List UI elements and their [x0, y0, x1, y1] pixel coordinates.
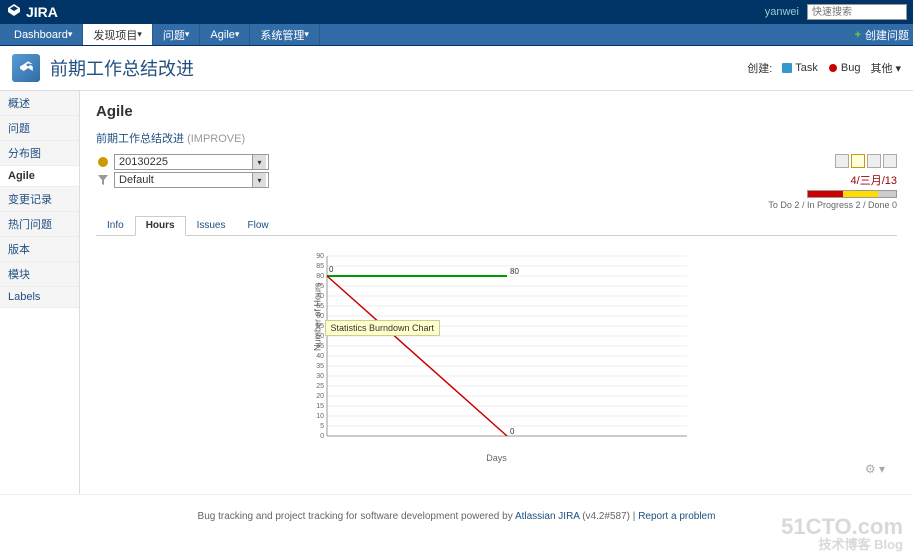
header-actions: 创建: Task Bug 其他 ▾ [747, 60, 901, 76]
selects: 20130225 ▾ Default ▾ [96, 154, 269, 188]
view-icon-2[interactable] [851, 154, 865, 168]
quick-search-input[interactable] [807, 4, 907, 20]
status-done [878, 191, 896, 197]
svg-text:20: 20 [316, 393, 324, 400]
svg-text:30: 30 [316, 373, 324, 380]
sidebar-item-roadmap[interactable]: 分布图 [0, 141, 79, 166]
filter-select-row: Default ▾ [96, 172, 269, 188]
create-task-button[interactable]: Task [782, 62, 818, 74]
view-icon-1[interactable] [835, 154, 849, 168]
remaining-end-label: 80 [510, 267, 519, 276]
page-title: 前期工作总结改进 [50, 55, 194, 81]
svg-text:90: 90 [316, 253, 324, 260]
sidebar-item-agile[interactable]: Agile [0, 166, 79, 187]
logo-text: JIRA [26, 4, 58, 20]
chart-tooltip: Statistics Burndown Chart [325, 320, 441, 336]
chart-svg: 0510 152025 303540 455055 606570 758085 … [297, 246, 697, 446]
view-mode-icons [768, 154, 897, 168]
breadcrumb[interactable]: 前期工作总结改进 (IMPROVE) [96, 130, 897, 146]
burndown-chart: Number of Hours [297, 246, 697, 446]
nav-project[interactable]: 发现项目 [83, 24, 153, 45]
nav-create-issue[interactable]: + 创建问题 [855, 27, 909, 43]
nav-agile[interactable]: Agile [200, 24, 250, 45]
task-icon [782, 63, 792, 73]
gear-icon: ⚙ ▾ [865, 462, 885, 476]
create-label: 创建: [747, 60, 772, 76]
svg-text:15: 15 [316, 403, 324, 410]
svg-text:25: 25 [316, 383, 324, 390]
nav-dashboard[interactable]: Dashboard [4, 24, 83, 45]
watermark: 51CTO.com 技术博客 Blog [781, 516, 903, 551]
nav-left: Dashboard 发现项目 问题 Agile 系统管理 [4, 24, 320, 45]
sidebar-item-versions[interactable]: 版本 [0, 237, 79, 262]
sprint-select[interactable]: 20130225 ▾ [114, 154, 269, 170]
project-icon [12, 54, 40, 82]
page-header: 前期工作总结改进 创建: Task Bug 其他 ▾ [0, 46, 913, 91]
status-todo [808, 191, 843, 197]
tab-info[interactable]: Info [96, 216, 135, 235]
svg-text:0: 0 [320, 433, 324, 440]
main-content: Agile 前期工作总结改进 (IMPROVE) 20130225 ▾ Defa… [80, 91, 913, 494]
sub-tabs: Info Hours Issues Flow [96, 216, 897, 236]
top-bar: JIRA yanwei [0, 0, 913, 24]
sidebar-item-overview[interactable]: 概述 [0, 91, 79, 116]
end-label: 0 [510, 427, 515, 436]
status-bar [807, 190, 897, 198]
main-title: Agile [96, 103, 897, 120]
tab-hours[interactable]: Hours [135, 216, 186, 236]
sidebar-item-labels[interactable]: Labels [0, 287, 79, 308]
svg-text:35: 35 [316, 363, 324, 370]
nav-admin[interactable]: 系统管理 [250, 24, 320, 45]
plus-icon: + [855, 29, 861, 41]
start-label: 0 [329, 265, 334, 274]
x-axis-label: Days [297, 453, 697, 463]
y-axis-label: Number of Hours [312, 282, 322, 351]
logo[interactable]: JIRA [6, 4, 58, 20]
control-row: 20130225 ▾ Default ▾ [96, 154, 897, 210]
sidebar-item-changelog[interactable]: 变更记录 [0, 187, 79, 212]
status-text: To Do 2 / In Progress 2 / Done 0 [768, 200, 897, 210]
sidebar: 概述 问题 分布图 Agile 变更记录 热门问题 版本 模块 Labels [0, 91, 80, 494]
create-bug-button[interactable]: Bug [828, 62, 861, 74]
page-title-wrap: 前期工作总结改进 [12, 54, 194, 82]
view-icon-3[interactable] [867, 154, 881, 168]
jira-logo-icon [6, 4, 22, 20]
sidebar-item-components[interactable]: 模块 [0, 262, 79, 287]
user-name[interactable]: yanwei [765, 6, 799, 18]
view-icon-4[interactable] [883, 154, 897, 168]
top-right: yanwei [765, 4, 907, 20]
sidebar-item-popular[interactable]: 热门问题 [0, 212, 79, 237]
nav-bar: Dashboard 发现项目 问题 Agile 系统管理 + 创建问题 [0, 24, 913, 46]
footer: Bug tracking and project tracking for so… [0, 494, 913, 538]
sidebar-item-issues[interactable]: 问题 [0, 116, 79, 141]
svg-text:5: 5 [320, 423, 324, 430]
body-wrap: 概述 问题 分布图 Agile 变更记录 热门问题 版本 模块 Labels A… [0, 91, 913, 494]
chart-meta: 4/三月/13 To Do 2 / In Progress 2 / Done 0 [768, 154, 897, 210]
chevron-down-icon: ▾ [252, 155, 266, 169]
svg-text:10: 10 [316, 413, 324, 420]
svg-text:80: 80 [316, 273, 324, 280]
sprint-icon [96, 155, 110, 169]
tab-issues[interactable]: Issues [186, 216, 237, 235]
svg-text:40: 40 [316, 353, 324, 360]
report-problem-link[interactable]: Report a problem [638, 511, 715, 522]
jira-link[interactable]: Atlassian JIRA [515, 511, 579, 522]
create-other-button[interactable]: 其他 ▾ [870, 60, 901, 76]
sprint-select-row: 20130225 ▾ [96, 154, 269, 170]
filter-select[interactable]: Default ▾ [114, 172, 269, 188]
chevron-down-icon: ▾ [252, 173, 266, 187]
gridlines [327, 256, 687, 426]
filter-icon [96, 173, 110, 187]
status-progress [843, 191, 878, 197]
sprint-date: 4/三月/13 [768, 172, 897, 188]
create-issue-label: 创建问题 [865, 27, 909, 43]
chevron-down-icon: ▾ [895, 62, 901, 75]
tab-flow[interactable]: Flow [237, 216, 280, 235]
svg-text:85: 85 [316, 263, 324, 270]
nav-issues[interactable]: 问题 [153, 24, 201, 45]
bug-icon [828, 63, 838, 73]
